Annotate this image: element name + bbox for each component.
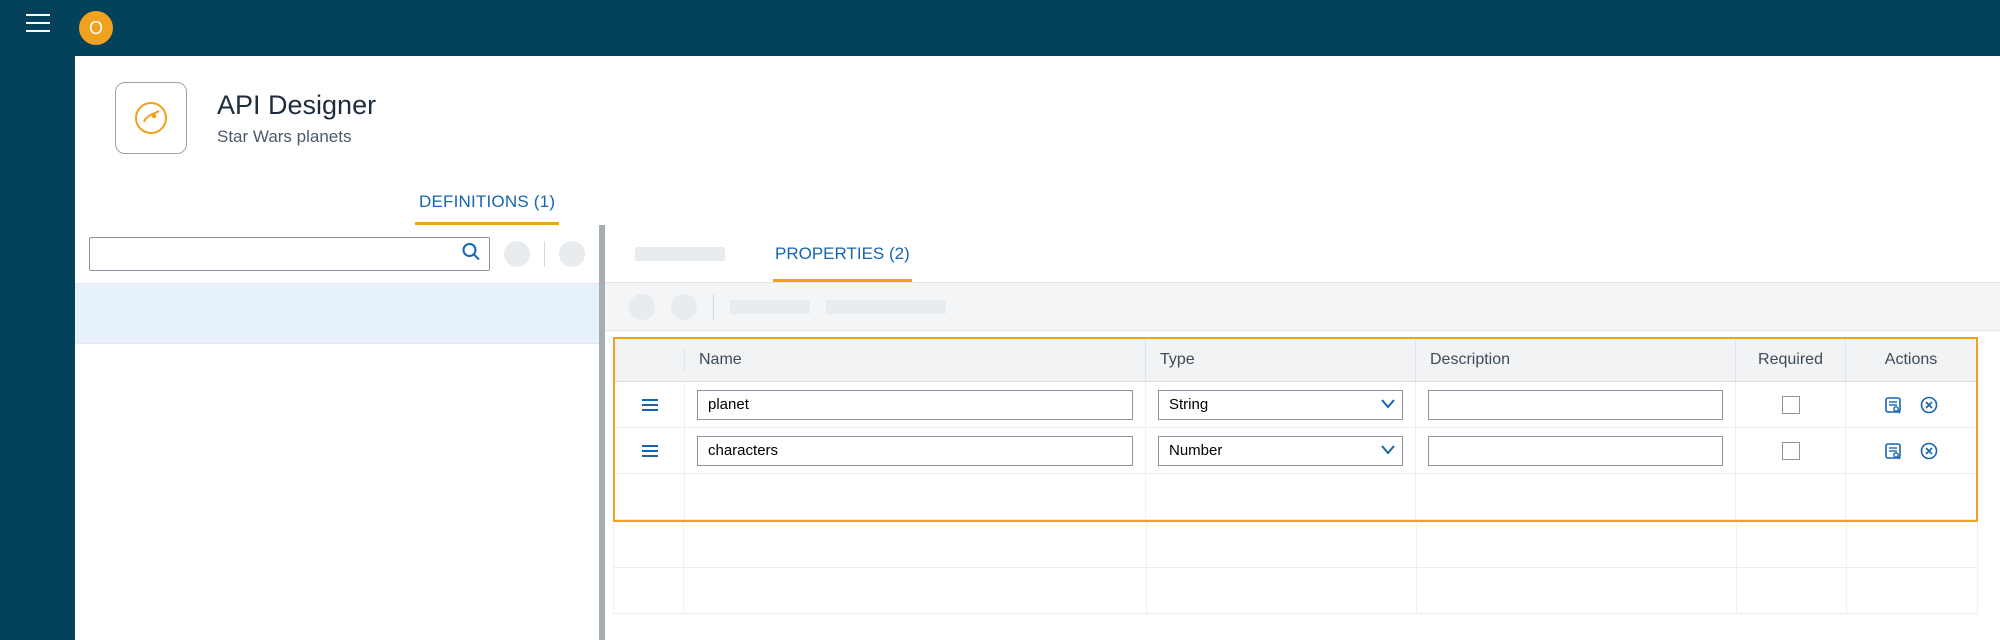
left-rail — [0, 0, 75, 640]
avatar-letter: O — [89, 18, 103, 39]
delete-icon[interactable] — [1920, 396, 1938, 414]
property-type-select[interactable] — [1158, 436, 1403, 466]
sidebar-action-placeholder-2[interactable] — [559, 241, 585, 267]
api-designer-icon — [115, 82, 187, 154]
detail-toolbar — [605, 283, 2000, 331]
details-icon[interactable] — [1884, 396, 1902, 414]
page-header: API Designer Star Wars planets DEFINITIO… — [75, 56, 2000, 225]
menu-icon[interactable] — [26, 14, 50, 32]
col-actions: Actions — [1846, 339, 1976, 381]
detail-tabs: PROPERTIES (2) — [605, 225, 2000, 283]
sidebar-action-placeholder-1[interactable] — [504, 241, 530, 267]
toolbar-action-placeholder-1[interactable] — [629, 294, 655, 320]
col-required: Required — [1736, 339, 1846, 381]
divider — [713, 294, 714, 320]
page-subtitle: Star Wars planets — [217, 127, 376, 147]
required-checkbox[interactable] — [1782, 442, 1800, 460]
detail-panel: PROPERTIES (2) Name Type Description — [605, 225, 2000, 640]
col-type: Type — [1146, 339, 1416, 381]
toolbar-placeholder-3[interactable] — [730, 300, 810, 314]
required-checkbox[interactable] — [1782, 396, 1800, 414]
workspace: PROPERTIES (2) Name Type Description — [75, 225, 2000, 640]
property-description-input[interactable] — [1428, 436, 1723, 466]
detail-tab-placeholder[interactable] — [635, 247, 725, 261]
search-input[interactable] — [90, 238, 489, 270]
toolbar-action-placeholder-2[interactable] — [671, 294, 697, 320]
tab-properties[interactable]: PROPERTIES (2) — [773, 226, 912, 282]
definitions-sidebar — [75, 225, 605, 640]
search-input-wrap — [89, 237, 490, 271]
page-title: API Designer — [217, 90, 376, 121]
tab-definitions[interactable]: DEFINITIONS (1) — [415, 184, 559, 225]
delete-icon[interactable] — [1920, 442, 1938, 460]
avatar[interactable]: O — [79, 11, 113, 45]
col-name: Name — [685, 339, 1146, 381]
primary-tabs: DEFINITIONS (1) — [115, 184, 1960, 225]
main-area: O API Designer Star Wars planets DEFINIT… — [75, 0, 2000, 640]
table-header: Name Type Description Required Actions — [615, 339, 1976, 382]
drag-handle-icon[interactable] — [615, 382, 685, 427]
col-description: Description — [1416, 339, 1736, 381]
sidebar-empty — [75, 344, 599, 640]
search-icon[interactable] — [461, 242, 481, 267]
sidebar-toolbar — [75, 225, 599, 284]
toolbar-placeholder-4[interactable] — [826, 300, 946, 314]
divider — [544, 241, 545, 267]
property-type-select[interactable] — [1158, 390, 1403, 420]
property-name-input[interactable] — [697, 390, 1133, 420]
drag-handle-icon[interactable] — [615, 428, 685, 473]
properties-table: Name Type Description Required Actions — [605, 331, 2000, 614]
selected-definition-row[interactable] — [75, 284, 599, 344]
details-icon[interactable] — [1884, 442, 1902, 460]
table-empty-row — [615, 474, 1976, 520]
table-row — [615, 382, 1976, 428]
property-description-input[interactable] — [1428, 390, 1723, 420]
table-row — [615, 428, 1976, 474]
table-empty-row — [613, 522, 1978, 568]
table-empty-row — [613, 568, 1978, 614]
property-name-input[interactable] — [697, 436, 1133, 466]
topbar: O — [75, 0, 2000, 56]
